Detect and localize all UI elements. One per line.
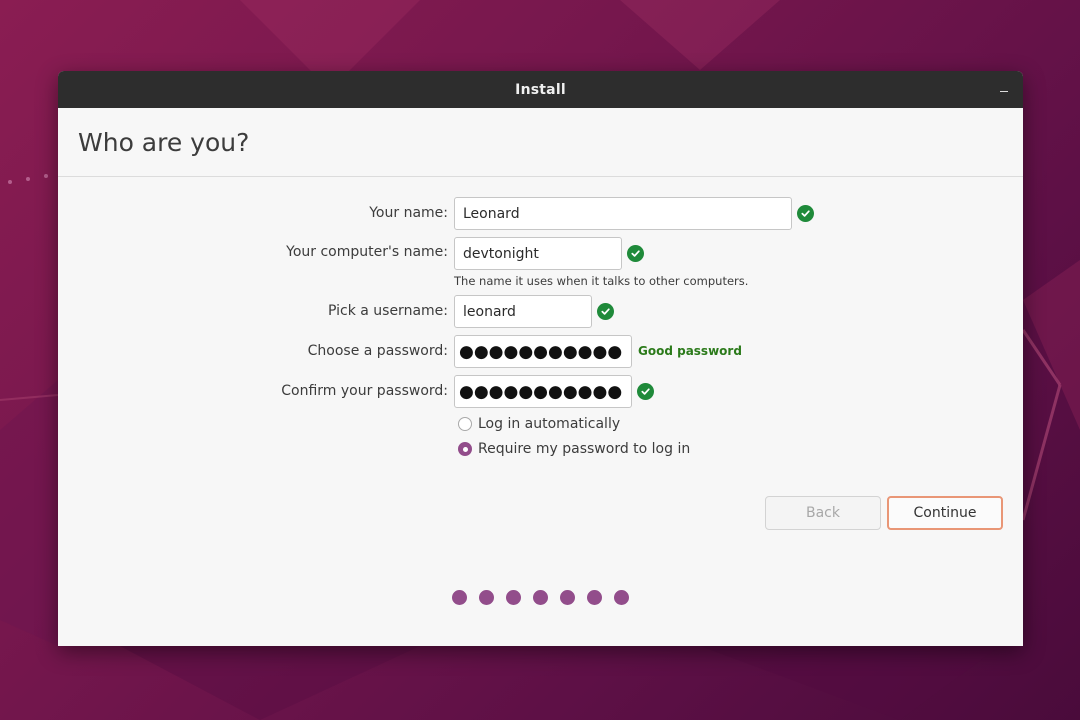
computer-name-label: Your computer's name: xyxy=(286,244,448,260)
check-circle-icon xyxy=(797,205,814,222)
progress-dot xyxy=(560,590,575,605)
page-header: Who are you? xyxy=(58,108,1023,177)
login-automatically-label: Log in automatically xyxy=(478,416,621,432)
computer-name-input[interactable] xyxy=(454,237,622,270)
minimize-icon[interactable] xyxy=(997,81,1011,95)
window-title: Install xyxy=(515,81,566,98)
progress-dot xyxy=(479,590,494,605)
progress-dot xyxy=(452,590,467,605)
login-automatically-option[interactable]: Log in automatically xyxy=(458,416,620,432)
check-circle-icon xyxy=(597,303,614,320)
back-button[interactable]: Back xyxy=(765,496,881,530)
progress-indicator xyxy=(452,590,641,605)
login-automatically-radio[interactable] xyxy=(458,417,472,431)
title-bar: Install xyxy=(58,71,1023,108)
require-password-radio[interactable] xyxy=(458,442,472,456)
confirm-password-label: Confirm your password: xyxy=(281,383,448,399)
username-input[interactable] xyxy=(454,295,592,328)
password-input[interactable] xyxy=(454,335,632,368)
page-title: Who are you? xyxy=(78,128,250,157)
progress-dot xyxy=(614,590,629,605)
require-password-option[interactable]: Require my password to log in xyxy=(458,441,690,457)
username-label: Pick a username: xyxy=(327,303,448,319)
require-password-label: Require my password to log in xyxy=(478,441,691,457)
progress-dot xyxy=(506,590,521,605)
computer-name-hint: The name it uses when it talks to other … xyxy=(454,274,749,288)
installer-window: Install Who are you? Your name: Your com… xyxy=(58,71,1023,646)
name-label: Your name: xyxy=(369,205,448,221)
continue-button[interactable]: Continue xyxy=(887,496,1003,530)
password-strength: Good password xyxy=(638,344,742,358)
confirm-password-input[interactable] xyxy=(454,375,632,408)
check-circle-icon xyxy=(627,245,644,262)
check-circle-icon xyxy=(637,383,654,400)
progress-dot xyxy=(533,590,548,605)
name-input[interactable] xyxy=(454,197,792,230)
progress-dot xyxy=(587,590,602,605)
password-label: Choose a password: xyxy=(307,343,448,359)
